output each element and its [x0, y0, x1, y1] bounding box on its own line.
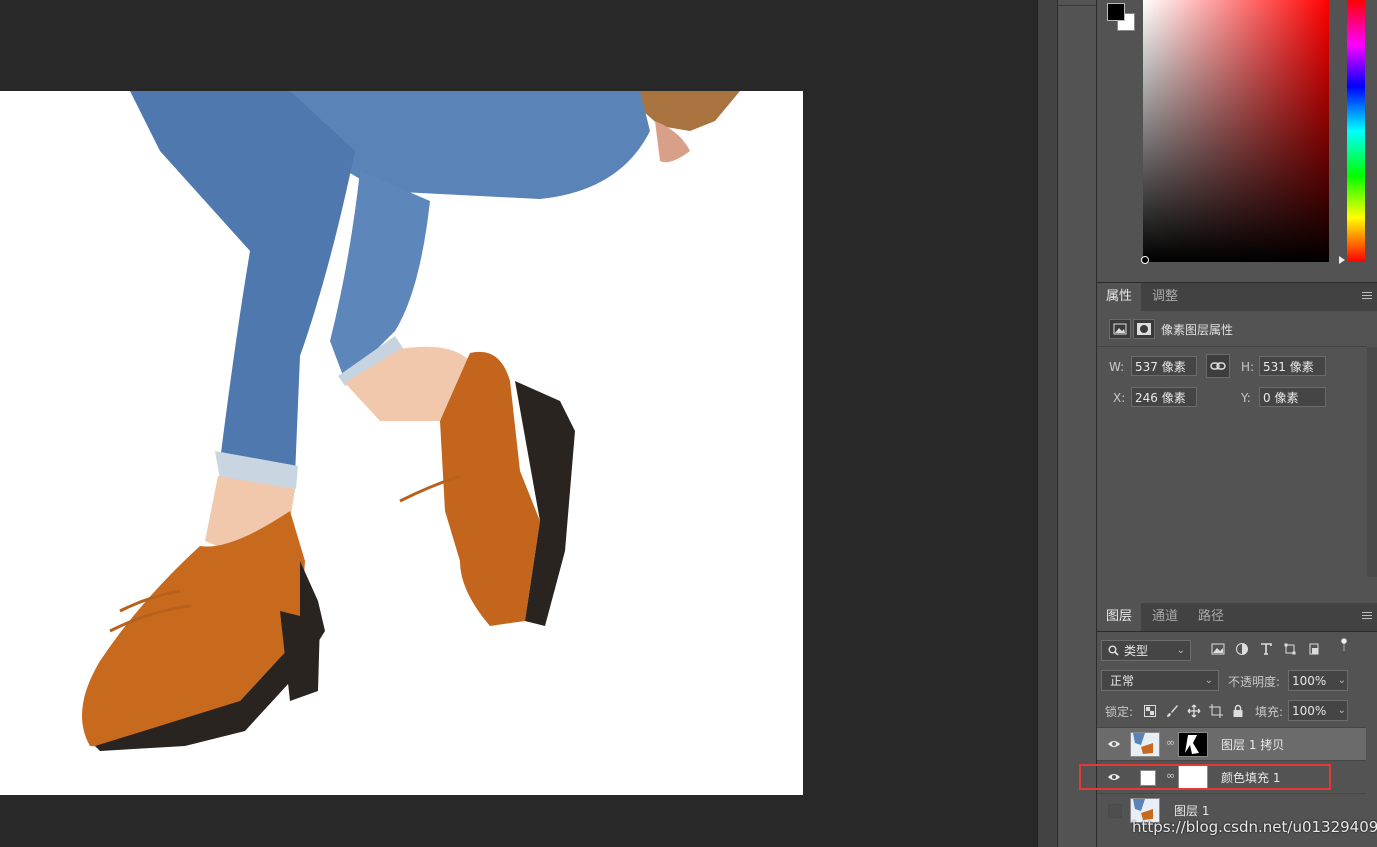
- layer-filter-value: 类型: [1124, 644, 1149, 658]
- color-panel: [1097, 0, 1377, 283]
- mask-link-icon[interactable]: ∞: [1166, 736, 1175, 752]
- layers-menu-icon[interactable]: [1362, 612, 1372, 622]
- lock-pixels-brush-icon[interactable]: [1165, 704, 1179, 718]
- y-field[interactable]: 0 像素: [1259, 387, 1326, 407]
- color-marker[interactable]: [1141, 256, 1149, 264]
- layer-filter-select[interactable]: 类型 ⌄: [1101, 640, 1191, 661]
- properties-header: 像素图层属性: [1097, 311, 1367, 347]
- width-field[interactable]: 537 像素: [1131, 356, 1197, 376]
- watermark-text: https://blog.csdn.net/u013294097: [1132, 818, 1377, 836]
- right-panels: 属性 调整 像素图层属性 W: 537 像素 H: 531 像素 X: 246 …: [1096, 0, 1377, 847]
- canvas-area[interactable]: [0, 0, 1037, 847]
- tab-layers[interactable]: 图层: [1097, 603, 1142, 631]
- dock-collapsed-strip: [1037, 0, 1058, 847]
- tab-properties[interactable]: 属性: [1097, 283, 1142, 311]
- w-label: W:: [1109, 360, 1125, 374]
- properties-scrollbar[interactable]: [1367, 347, 1377, 577]
- filter-shape-icon[interactable]: [1283, 642, 1297, 656]
- lock-position-move-icon[interactable]: [1187, 704, 1201, 718]
- filter-type-icon[interactable]: [1259, 642, 1273, 656]
- hue-slider-arrow[interactable]: [1339, 256, 1345, 264]
- lock-artboard-icon[interactable]: [1209, 704, 1223, 718]
- hue-slider[interactable]: [1347, 0, 1365, 262]
- fill-field[interactable]: 100% ⌄: [1288, 700, 1348, 721]
- highlight-annotation-box: [1079, 764, 1331, 790]
- filter-adjustment-icon[interactable]: [1235, 642, 1249, 656]
- filter-pixel-icon[interactable]: [1211, 642, 1225, 656]
- properties-tabbar: 属性 调整: [1097, 283, 1377, 312]
- blend-mode-value: 正常: [1110, 674, 1135, 688]
- filter-smart-object-icon[interactable]: [1307, 642, 1321, 656]
- properties-panel: 像素图层属性 W: 537 像素 H: 531 像素 X: 246 像素 Y: …: [1097, 311, 1377, 601]
- tab-paths[interactable]: 路径: [1189, 603, 1233, 631]
- layer-row[interactable]: ∞ 图层 1 拷贝: [1097, 727, 1366, 760]
- panel-menu-icon[interactable]: [1362, 292, 1372, 302]
- mask-icon[interactable]: [1133, 319, 1155, 339]
- opacity-label: 不透明度:: [1228, 675, 1281, 689]
- dock-icon-strip: [1057, 0, 1096, 847]
- layers-tabbar: 图层 通道 路径: [1097, 603, 1377, 632]
- visibility-toggle-empty[interactable]: [1108, 804, 1122, 818]
- visibility-eye-icon[interactable]: [1107, 738, 1121, 750]
- lock-transparency-icon[interactable]: [1143, 704, 1157, 718]
- opacity-value: 100%: [1292, 674, 1327, 688]
- tab-adjustments[interactable]: 调整: [1143, 283, 1187, 311]
- link-dimensions-button[interactable]: [1206, 354, 1230, 378]
- fill-label: 填充:: [1255, 705, 1284, 719]
- search-icon: [1108, 645, 1119, 656]
- document-image[interactable]: [0, 91, 803, 795]
- lock-all-icon[interactable]: [1231, 704, 1245, 718]
- lock-label: 锁定:: [1105, 705, 1134, 719]
- tab-channels[interactable]: 通道: [1143, 603, 1187, 631]
- layer-name[interactable]: 图层 1 拷贝: [1221, 736, 1284, 753]
- opacity-field[interactable]: 100% ⌄: [1288, 670, 1348, 691]
- shoes-photo: [80, 91, 740, 751]
- filter-toggle-icon[interactable]: [1337, 638, 1351, 652]
- pixel-layer-icon[interactable]: [1109, 319, 1131, 339]
- chain-link-icon: [1210, 362, 1226, 370]
- y-label: Y:: [1241, 391, 1251, 405]
- layer-thumbnail: [1130, 732, 1160, 757]
- properties-title: 像素图层属性: [1161, 323, 1234, 337]
- x-field[interactable]: 246 像素: [1131, 387, 1197, 407]
- saturation-value-field[interactable]: [1143, 0, 1329, 262]
- fill-value: 100%: [1292, 704, 1327, 718]
- layer-mask-thumbnail[interactable]: [1178, 732, 1208, 757]
- h-label: H:: [1241, 360, 1255, 374]
- layer-name[interactable]: 图层 1: [1174, 802, 1209, 819]
- foreground-color-swatch[interactable]: [1107, 3, 1125, 21]
- height-field[interactable]: 531 像素: [1259, 356, 1326, 376]
- blend-mode-select[interactable]: 正常 ⌄: [1101, 670, 1219, 691]
- layers-panel: 类型 ⌄ 正常 ⌄ 不透明度: 100% ⌄ 锁定: 填充: 100% ⌄ ∞ …: [1097, 632, 1377, 847]
- x-label: X:: [1113, 391, 1126, 405]
